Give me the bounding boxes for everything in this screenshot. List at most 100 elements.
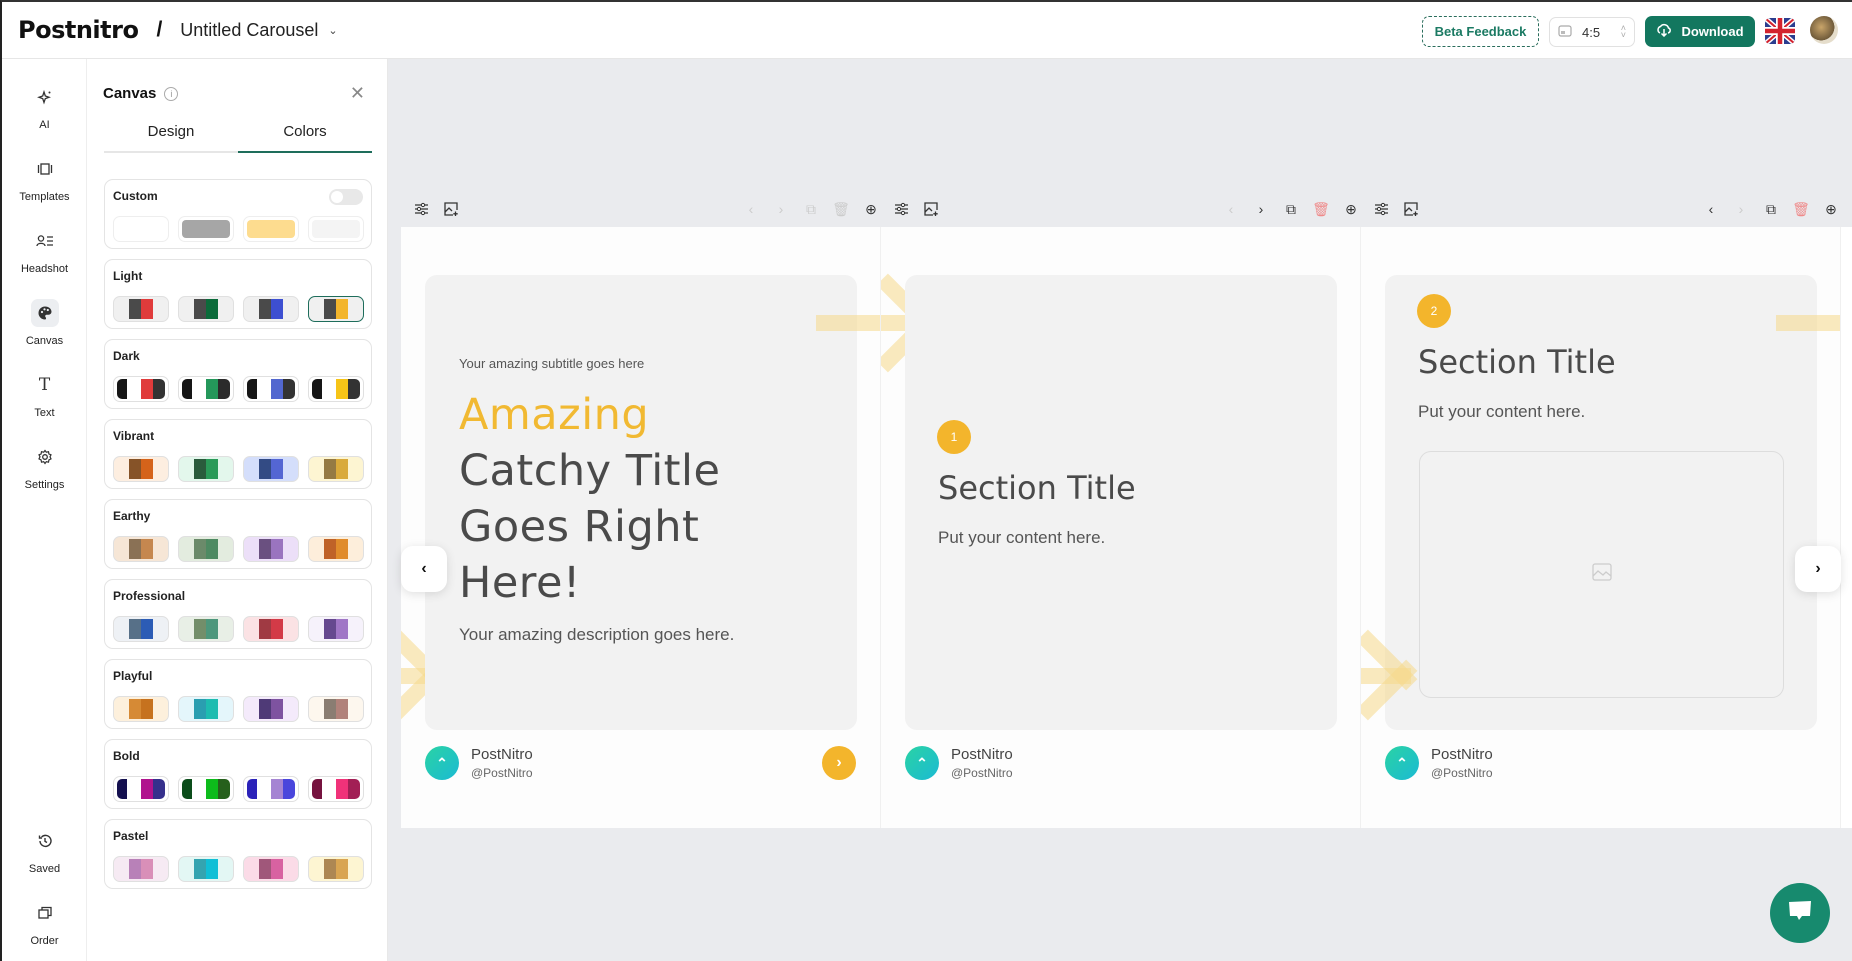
palette-swatch[interactable] — [113, 376, 169, 402]
palette-groups: Custom Light Dark Vibrant Earthy Professiona… — [104, 179, 372, 899]
chevron-right-icon[interactable]: › — [771, 199, 791, 219]
chevron-left-icon[interactable]: ‹ — [1221, 199, 1241, 219]
text-icon: T — [38, 375, 51, 395]
chevron-right-icon[interactable]: › — [1251, 199, 1271, 219]
palette-swatch[interactable] — [178, 776, 234, 802]
palette-swatch[interactable] — [113, 456, 169, 482]
adjust-settings-icon[interactable] — [1371, 199, 1391, 219]
palette-swatch[interactable] — [178, 536, 234, 562]
chat-support-button[interactable] — [1770, 883, 1830, 943]
image-placeholder[interactable] — [1419, 451, 1784, 698]
aspect-ratio-select[interactable]: 4:5 ˄ ˅ — [1549, 17, 1635, 47]
add-image-icon[interactable] — [921, 199, 941, 219]
palette-swatch[interactable] — [243, 616, 299, 642]
section-title[interactable]: Section Title — [1418, 343, 1616, 381]
add-slide-icon[interactable]: ⊕ — [1341, 199, 1361, 219]
custom-color-swatch[interactable] — [113, 216, 169, 242]
palette-swatch[interactable] — [113, 696, 169, 722]
next-arrow-badge-icon: › — [822, 746, 856, 780]
slide-title[interactable]: Amazing Catchy Title Goes Right Here! — [459, 387, 720, 611]
palette-group-professional: Professional — [104, 579, 372, 649]
rail-label: Headshot — [20, 263, 69, 275]
palette-swatch[interactable] — [243, 776, 299, 802]
palette-swatch[interactable] — [178, 696, 234, 722]
user-avatar[interactable] — [1810, 16, 1838, 44]
palette-swatch[interactable] — [113, 856, 169, 882]
palette-swatch[interactable] — [113, 616, 169, 642]
slide-1[interactable]: Your amazing subtitle goes here Amazing … — [401, 227, 881, 828]
rail-item-saved[interactable]: Saved — [2, 827, 87, 875]
palette-swatch[interactable] — [308, 776, 364, 802]
palette-swatch[interactable] — [308, 696, 364, 722]
rail-item-headshot[interactable]: Headshot — [2, 227, 87, 275]
chevron-left-icon[interactable]: ‹ — [1701, 199, 1721, 219]
slide-footer: ⌃ PostNitro @PostNitro — [425, 746, 533, 780]
duplicate-icon[interactable]: ⧉ — [801, 199, 821, 219]
add-slide-icon[interactable]: ⊕ — [1821, 199, 1841, 219]
rail-item-ai[interactable]: AI — [2, 83, 87, 131]
palette-swatch[interactable] — [308, 536, 364, 562]
section-content[interactable]: Put your content here. — [938, 528, 1105, 548]
palette-group-vibrant: Vibrant — [104, 419, 372, 489]
rail-item-canvas[interactable]: Canvas — [2, 299, 87, 347]
tab-colors[interactable]: Colors — [238, 123, 372, 153]
duplicate-icon[interactable]: ⧉ — [1761, 199, 1781, 219]
uk-flag-icon[interactable] — [1765, 18, 1795, 44]
palette-swatch[interactable] — [243, 856, 299, 882]
slide-description[interactable]: Your amazing description goes here. — [459, 625, 734, 645]
rail-item-order[interactable]: Order — [2, 899, 87, 947]
slide-2[interactable]: 1 Section Title Put your content here. ⌃… — [881, 227, 1361, 828]
document-title-dropdown[interactable]: Untitled Carousel ⌄ — [180, 20, 337, 41]
chevron-right-icon[interactable]: › — [1731, 199, 1751, 219]
adjust-settings-icon[interactable] — [411, 199, 431, 219]
trash-icon[interactable]: 🗑 — [1311, 199, 1331, 219]
palette-swatch[interactable] — [178, 296, 234, 322]
palette-swatch[interactable] — [243, 376, 299, 402]
trash-icon[interactable]: 🗑 — [1791, 199, 1811, 219]
slide-3[interactable]: 2 Section Title Put your content here. ⌃… — [1361, 227, 1841, 828]
palette-swatch[interactable] — [113, 776, 169, 802]
rail-item-templates[interactable]: Templates — [2, 155, 87, 203]
palette-swatch[interactable] — [308, 616, 364, 642]
palette-swatch[interactable] — [113, 296, 169, 322]
rail-item-text[interactable]: T Text — [2, 371, 87, 419]
duplicate-icon[interactable]: ⧉ — [1281, 199, 1301, 219]
palette-swatch[interactable] — [308, 856, 364, 882]
custom-color-swatch[interactable] — [308, 216, 364, 242]
palette-swatch[interactable] — [178, 456, 234, 482]
info-icon[interactable]: i — [164, 86, 179, 101]
custom-color-swatch[interactable] — [178, 216, 234, 242]
palette-swatch[interactable] — [243, 696, 299, 722]
download-button[interactable]: Download — [1645, 16, 1755, 47]
section-content[interactable]: Put your content here. — [1418, 402, 1585, 422]
brand-logo[interactable]: Postnitro — [18, 16, 139, 44]
carousel-next-button[interactable]: › — [1795, 546, 1841, 592]
slide-subtitle[interactable]: Your amazing subtitle goes here — [459, 356, 644, 371]
adjust-settings-icon[interactable] — [891, 199, 911, 219]
rail-item-settings[interactable]: Settings — [2, 443, 87, 491]
palette-swatch[interactable] — [243, 536, 299, 562]
palette-swatch[interactable] — [308, 376, 364, 402]
palette-swatch[interactable] — [113, 536, 169, 562]
palette-swatch[interactable] — [178, 856, 234, 882]
add-image-icon[interactable] — [441, 199, 461, 219]
palette-swatch[interactable] — [308, 296, 364, 322]
palette-swatch[interactable] — [178, 376, 234, 402]
custom-color-swatch[interactable] — [243, 216, 299, 242]
carousel-prev-button[interactable]: ‹ — [401, 546, 447, 592]
custom-toggle[interactable] — [329, 189, 363, 205]
close-icon[interactable]: ✕ — [350, 83, 365, 104]
section-title[interactable]: Section Title — [938, 469, 1136, 507]
palette-swatch[interactable] — [243, 456, 299, 482]
rail-label: Settings — [24, 479, 65, 491]
add-slide-icon[interactable]: ⊕ — [861, 199, 881, 219]
chevron-left-icon[interactable]: ‹ — [741, 199, 761, 219]
trash-icon[interactable]: 🗑 — [831, 199, 851, 219]
beta-feedback-button[interactable]: Beta Feedback — [1422, 16, 1539, 47]
tab-design[interactable]: Design — [104, 123, 238, 151]
palette-swatch[interactable] — [178, 616, 234, 642]
palette-swatch[interactable] — [243, 296, 299, 322]
title-line: Catchy Title — [459, 446, 721, 496]
palette-swatch[interactable] — [308, 456, 364, 482]
add-image-icon[interactable] — [1401, 199, 1421, 219]
